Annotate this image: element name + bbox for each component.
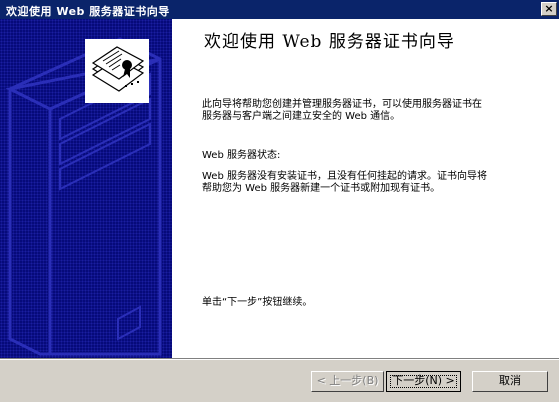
intro-text: 此向导将帮助您创建并管理服务器证书，可以使用服务器证书在服务器与客户端之间建立安… <box>202 99 482 122</box>
wizard-content: 欢迎使用 Web 服务器证书向导 此向导将帮助您创建并管理服务器证书，可以使用服… <box>172 19 559 358</box>
wizard-window: 欢迎使用 Web 服务器证书向导 × 欢迎使用 Web 服务器证书向导 此向导将… <box>0 0 559 402</box>
window-title: 欢迎使用 Web 服务器证书向导 <box>6 5 170 18</box>
title-bar[interactable]: 欢迎使用 Web 服务器证书向导 × <box>0 0 559 19</box>
page-title: 欢迎使用 Web 服务器证书向导 <box>204 32 455 52</box>
certificate-documents-icon <box>85 39 149 103</box>
focus-rect <box>390 375 457 388</box>
continue-hint: 单击“下一步”按钮继续。 <box>202 297 313 308</box>
wizard-side-panel <box>0 19 172 358</box>
back-button-label: < 上一步(B) <box>316 374 379 387</box>
close-icon: × <box>544 2 554 15</box>
back-button[interactable]: < 上一步(B) <box>311 371 384 392</box>
next-button[interactable]: 下一步(N) > <box>386 371 461 392</box>
cancel-button[interactable]: 取消 <box>472 371 548 392</box>
close-button[interactable]: × <box>541 2 557 16</box>
status-label: Web 服务器状态: <box>202 150 281 161</box>
button-bar: < 上一步(B) 下一步(N) > 取消 <box>0 358 559 402</box>
status-text: Web 服务器没有安装证书，且没有任何挂起的请求。证书向导将帮助您为 Web 服… <box>202 171 487 194</box>
cancel-button-label: 取消 <box>499 374 521 387</box>
